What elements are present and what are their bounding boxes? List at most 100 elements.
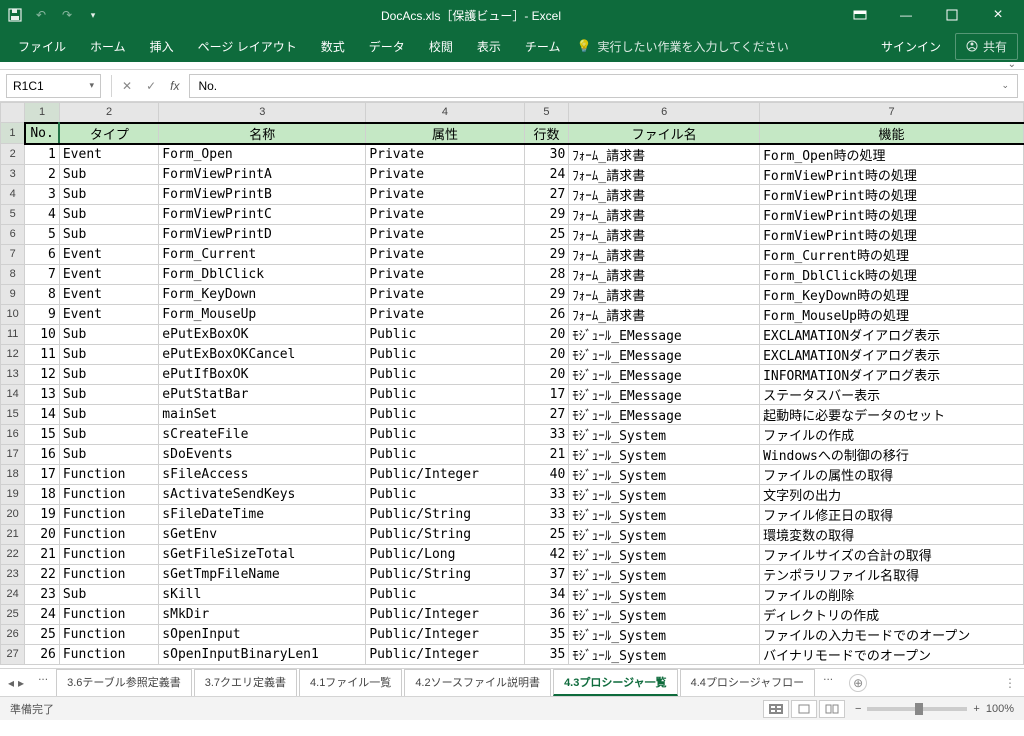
cell[interactable]: 29	[524, 244, 569, 264]
cell[interactable]: 3	[25, 184, 60, 204]
cell[interactable]: 40	[524, 464, 569, 484]
cell[interactable]: FormViewPrint時の処理	[760, 224, 1024, 244]
cell[interactable]: 33	[524, 484, 569, 504]
cell[interactable]: Private	[366, 224, 524, 244]
cell[interactable]: Sub	[59, 424, 158, 444]
cell[interactable]: 16	[25, 444, 60, 464]
cell[interactable]: 27	[524, 184, 569, 204]
cell[interactable]: 29	[524, 204, 569, 224]
maximize-button[interactable]	[932, 2, 972, 28]
row-header[interactable]: 16	[1, 424, 25, 444]
cell[interactable]: Function	[59, 564, 158, 584]
row-header[interactable]: 2	[1, 144, 25, 165]
cell[interactable]: 1	[25, 144, 60, 165]
row-header[interactable]: 17	[1, 444, 25, 464]
cell[interactable]: ﾌｫｰﾑ_請求書	[569, 184, 760, 204]
minimize-button[interactable]: ―	[886, 2, 926, 28]
tab-nav-prev[interactable]: ◂	[8, 676, 14, 690]
header-cell[interactable]: 行数	[524, 123, 569, 144]
cell[interactable]: Sub	[59, 184, 158, 204]
view-layout-icon[interactable]	[791, 700, 817, 718]
tab-scroll-icon[interactable]: ⋮	[1004, 676, 1016, 690]
cell[interactable]: 21	[524, 444, 569, 464]
cell[interactable]: 27	[524, 404, 569, 424]
sheet-tab[interactable]: 4.4プロシージャフロー	[680, 669, 816, 696]
cell[interactable]: sOpenInputBinaryLen1	[159, 644, 366, 664]
cell[interactable]: Event	[59, 144, 158, 165]
cell[interactable]: sActivateSendKeys	[159, 484, 366, 504]
row-header[interactable]: 21	[1, 524, 25, 544]
cell[interactable]: 9	[25, 304, 60, 324]
row-header[interactable]: 3	[1, 164, 25, 184]
cell[interactable]: FormViewPrint時の処理	[760, 204, 1024, 224]
row-header[interactable]: 24	[1, 584, 25, 604]
cell[interactable]: sOpenInput	[159, 624, 366, 644]
cell[interactable]: Function	[59, 464, 158, 484]
cell[interactable]: Public	[366, 584, 524, 604]
enter-icon[interactable]: ✓	[146, 79, 156, 93]
tell-me[interactable]: 💡 実行したい作業を入力してください	[576, 38, 788, 55]
cell[interactable]: FormViewPrintD	[159, 224, 366, 244]
cell[interactable]: 30	[524, 144, 569, 165]
column-header[interactable]: 4	[366, 103, 524, 123]
cell[interactable]: 25	[524, 524, 569, 544]
cell[interactable]: Public/String	[366, 504, 524, 524]
redo-icon[interactable]: ↷	[58, 6, 76, 24]
cell[interactable]: ﾓｼﾞｭｰﾙ_EMessage	[569, 364, 760, 384]
cell[interactable]: Form_KeyDown	[159, 284, 366, 304]
cell[interactable]: 28	[524, 264, 569, 284]
cell[interactable]: ePutStatBar	[159, 384, 366, 404]
cell[interactable]: Private	[366, 184, 524, 204]
header-cell[interactable]: 名称	[159, 123, 366, 144]
spreadsheet-grid[interactable]: 12345671No.タイプ名称属性行数ファイル名機能21EventForm_O…	[0, 102, 1024, 668]
cell[interactable]: ファイルサイズの合計の取得	[760, 544, 1024, 564]
cell[interactable]: Sub	[59, 404, 158, 424]
cell[interactable]: Private	[366, 264, 524, 284]
cell[interactable]: 34	[524, 584, 569, 604]
cell[interactable]: 20	[524, 324, 569, 344]
cell[interactable]: 25	[25, 624, 60, 644]
cell[interactable]: sCreateFile	[159, 424, 366, 444]
new-sheet-button[interactable]: ⊕	[849, 674, 867, 692]
cell[interactable]: ファイルの作成	[760, 424, 1024, 444]
cell[interactable]: 42	[524, 544, 569, 564]
cell[interactable]: Private	[366, 144, 524, 165]
cell[interactable]: EXCLAMATIONダイアログ表示	[760, 344, 1024, 364]
zoom-in-button[interactable]: +	[973, 703, 979, 715]
row-header[interactable]: 12	[1, 344, 25, 364]
cell[interactable]: 7	[25, 264, 60, 284]
sheet-tab[interactable]: 4.3プロシージャ一覧	[553, 669, 678, 696]
ribbon-tab[interactable]: ファイル	[6, 32, 78, 61]
row-header[interactable]: 26	[1, 624, 25, 644]
row-header[interactable]: 14	[1, 384, 25, 404]
cell[interactable]: Form_Current	[159, 244, 366, 264]
header-cell[interactable]: 機能	[760, 123, 1024, 144]
cell[interactable]: Private	[366, 204, 524, 224]
cell[interactable]: 36	[524, 604, 569, 624]
cell[interactable]: 環境変数の取得	[760, 524, 1024, 544]
cell[interactable]: Private	[366, 164, 524, 184]
sign-in[interactable]: サインイン	[881, 38, 941, 55]
cell[interactable]: ﾌｫｰﾑ_請求書	[569, 244, 760, 264]
cell[interactable]: Event	[59, 284, 158, 304]
row-header[interactable]: 5	[1, 204, 25, 224]
cell[interactable]: 19	[25, 504, 60, 524]
cell[interactable]: Public	[366, 444, 524, 464]
cell[interactable]: ﾓｼﾞｭｰﾙ_EMessage	[569, 324, 760, 344]
cell[interactable]: sDoEvents	[159, 444, 366, 464]
cell[interactable]: 33	[524, 424, 569, 444]
cell[interactable]: Event	[59, 264, 158, 284]
cell[interactable]: Event	[59, 304, 158, 324]
cell[interactable]: FormViewPrintB	[159, 184, 366, 204]
cell[interactable]: Form_Open	[159, 144, 366, 165]
name-box[interactable]: R1C1 ▾	[6, 74, 101, 98]
cell[interactable]: Public/String	[366, 564, 524, 584]
cell[interactable]: 10	[25, 324, 60, 344]
tab-overflow[interactable]: ...	[32, 669, 54, 696]
cell[interactable]: 20	[524, 344, 569, 364]
cell[interactable]: ﾓｼﾞｭｰﾙ_System	[569, 624, 760, 644]
cell[interactable]: 26	[25, 644, 60, 664]
cell[interactable]: Public	[366, 404, 524, 424]
cell[interactable]: 12	[25, 364, 60, 384]
cell[interactable]: Public	[366, 324, 524, 344]
